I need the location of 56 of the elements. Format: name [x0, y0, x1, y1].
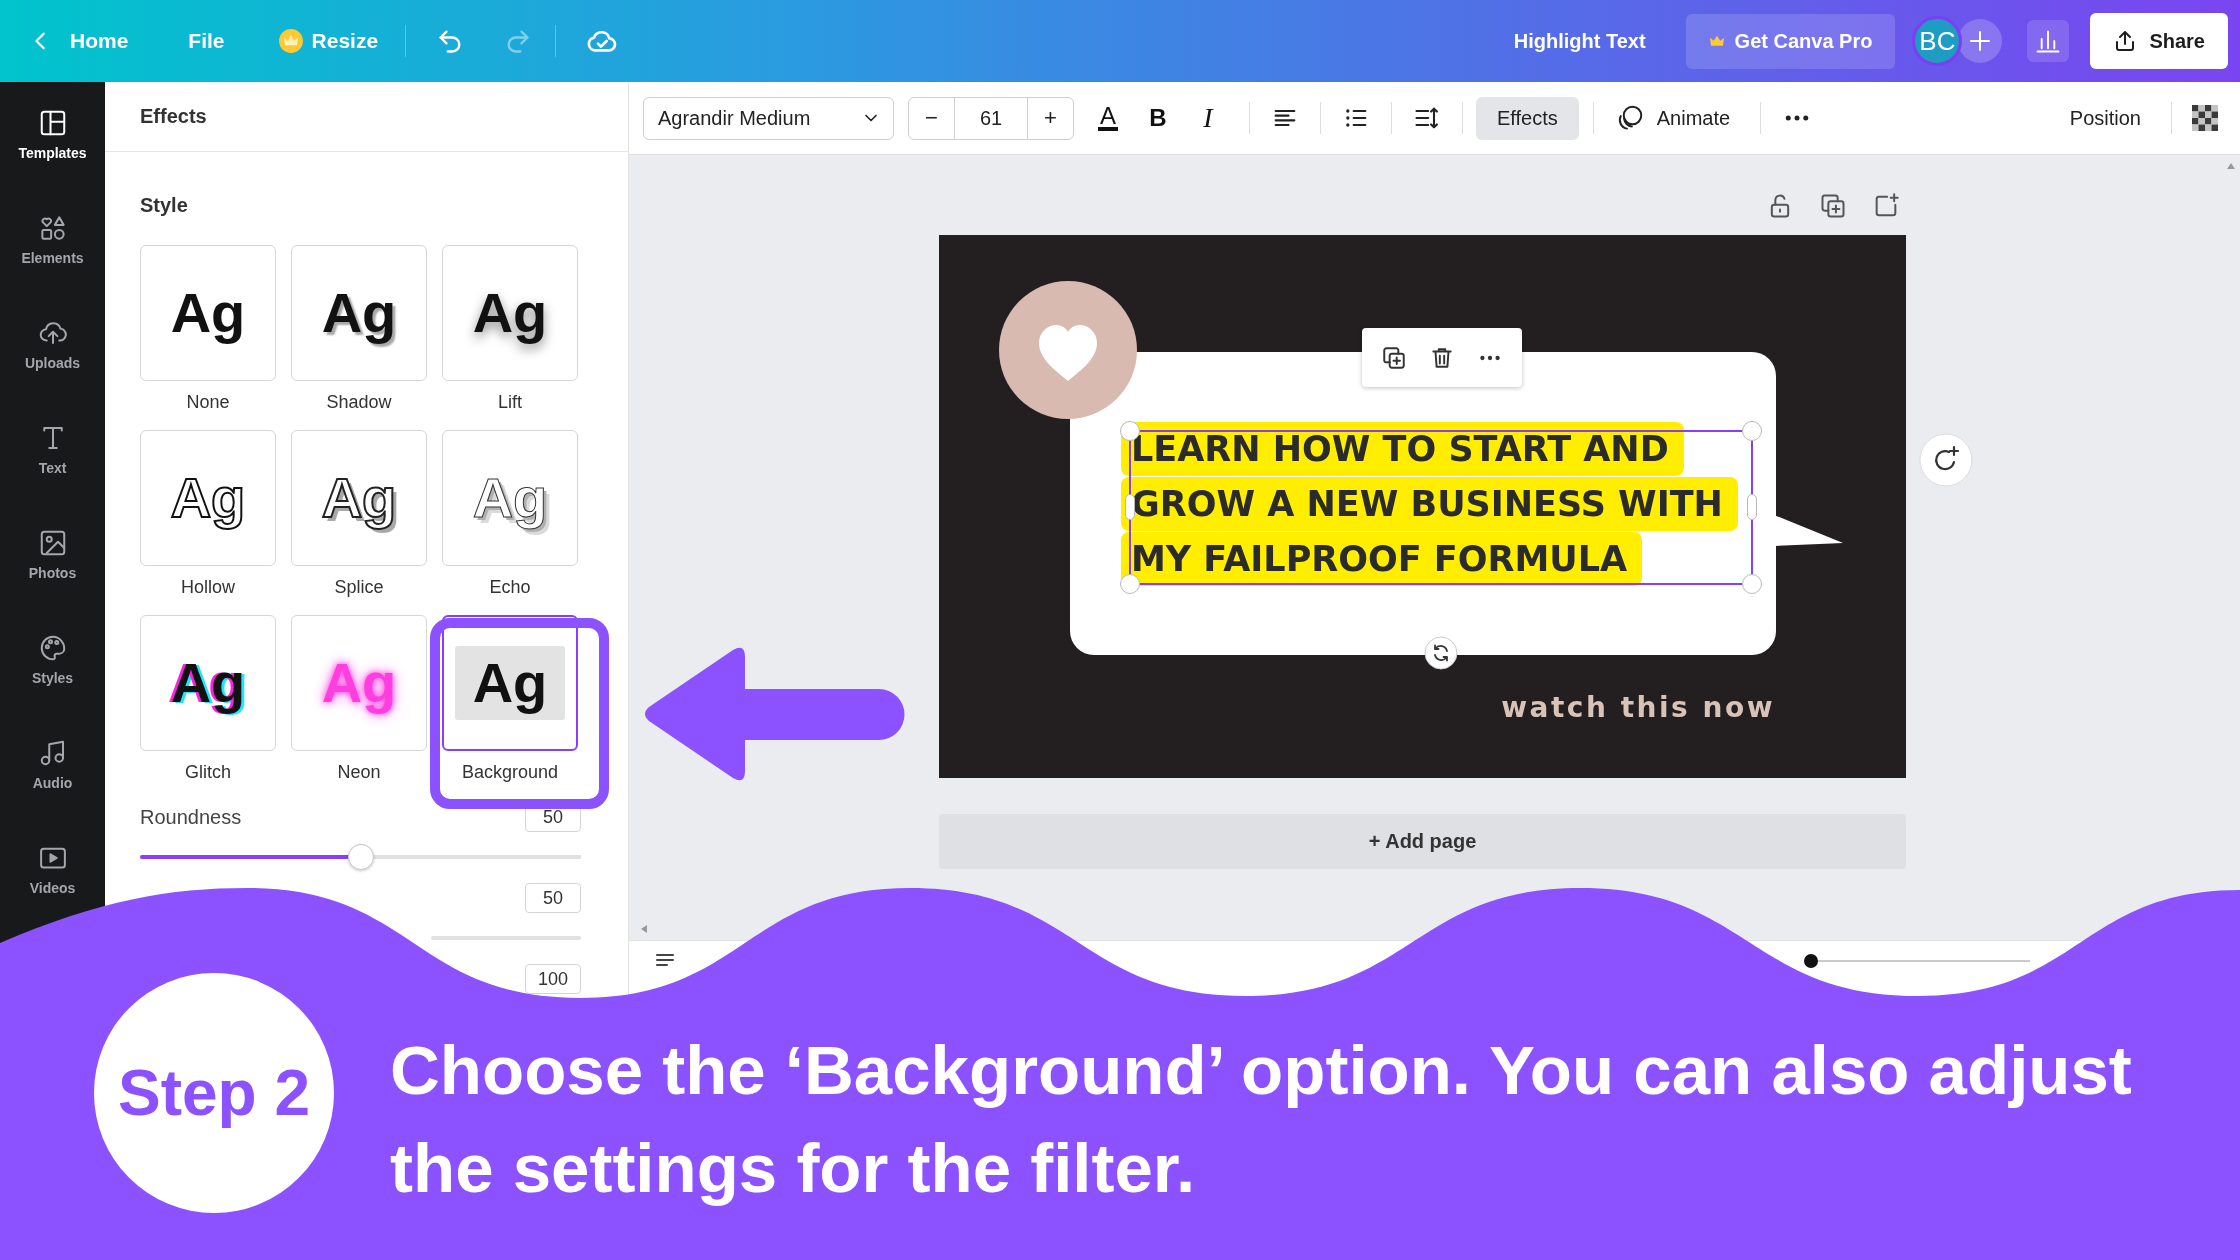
sidebar-item[interactable]: Styles: [0, 607, 105, 712]
effect-label: Hollow: [181, 576, 235, 598]
share-button[interactable]: Share: [2090, 13, 2228, 69]
bar-chart-icon[interactable]: [2027, 20, 2070, 62]
font-dropdown[interactable]: Agrandir Medium: [643, 96, 894, 140]
italic-button[interactable]: I: [1186, 96, 1230, 140]
tagline-text[interactable]: watch this now: [1501, 688, 1775, 728]
slider-thumb[interactable]: [347, 844, 374, 870]
font-size-field[interactable]: 61: [954, 97, 1028, 139]
effect-tile[interactable]: Ag: [442, 615, 578, 751]
sidebar-item[interactable]: Photos: [0, 502, 105, 607]
duplicate-icon[interactable]: [1381, 344, 1407, 371]
crown-icon: [277, 28, 304, 54]
resize-handle[interactable]: [1747, 494, 1757, 520]
effect-tile[interactable]: Ag: [291, 245, 427, 381]
effect-tile[interactable]: Ag: [140, 430, 276, 566]
sidebar-item[interactable]: Templates: [0, 82, 105, 187]
value-field[interactable]: 100: [525, 964, 581, 994]
effect-label: None: [186, 391, 230, 413]
plus-icon[interactable]: [1958, 19, 2003, 63]
sidebar-item[interactable]: Elements: [0, 187, 105, 292]
effect-label: Echo: [489, 576, 531, 598]
design-title[interactable]: Highlight Text: [1513, 29, 1646, 53]
caption-text: Choose the ‘Background’ option. You can also adjust the settings for the filter.: [390, 1031, 2133, 1209]
effect-label: Splice: [334, 576, 384, 598]
effects-button[interactable]: Effects: [1476, 96, 1579, 140]
position-button[interactable]: Position: [2059, 96, 2151, 140]
effect-label: Lift: [498, 391, 522, 413]
effect-tile[interactable]: Ag: [442, 245, 578, 381]
effect-tile[interactable]: Ag: [291, 430, 427, 566]
sidebar-item[interactable]: Videos: [0, 817, 105, 922]
sidebar-item[interactable]: Audio: [0, 712, 105, 817]
value-field[interactable]: 50: [525, 883, 581, 913]
effect-tile[interactable]: Ag: [140, 245, 276, 381]
bold-button[interactable]: B: [1136, 96, 1180, 140]
text-color-button[interactable]: A: [1086, 96, 1130, 140]
effect-label: Glitch: [185, 761, 231, 783]
duplicate-icon[interactable]: [1819, 192, 1847, 220]
animate-button[interactable]: Animate: [1606, 96, 1739, 140]
slider-thumb[interactable]: [1804, 954, 1818, 968]
sidebar-item[interactable]: Uploads: [0, 292, 105, 397]
effect-label: Background: [461, 761, 559, 783]
rotate-icon[interactable]: [1424, 636, 1458, 670]
increase-size-button[interactable]: +: [1028, 97, 1073, 139]
effect-tile[interactable]: Ag: [140, 615, 276, 751]
effect-label: Neon: [337, 761, 381, 783]
crown-icon: [1708, 33, 1725, 49]
setting-label: Roundness: [140, 805, 242, 829]
decrease-size-button[interactable]: −: [909, 97, 954, 139]
effect-label: Shadow: [326, 391, 392, 413]
sidebar-item[interactable]: Text: [0, 397, 105, 502]
transparency-icon[interactable]: [2192, 105, 2218, 131]
section-label: Style: [140, 193, 188, 217]
panel-title: Effects: [140, 105, 207, 128]
add-page-button[interactable]: + Add page: [939, 814, 1906, 869]
get-pro-button[interactable]: Get Canva Pro: [1685, 13, 1896, 69]
